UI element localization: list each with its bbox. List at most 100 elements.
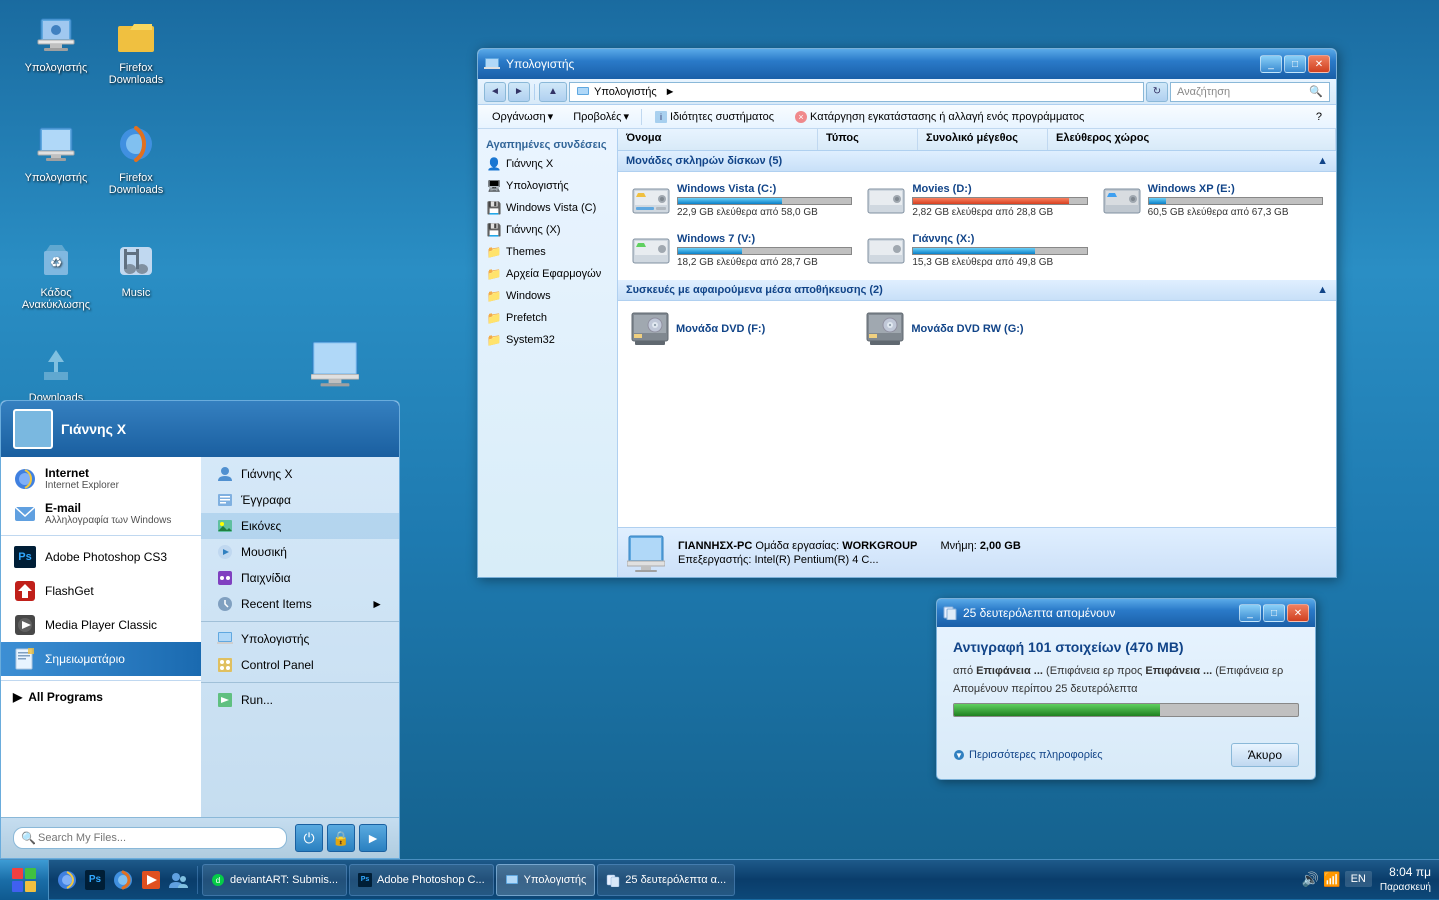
address-toolbar: ◄ ► ▲ Υπολογιστής ► ↻ Αναζήτηση 🔍 bbox=[478, 79, 1336, 105]
dialog-minimize[interactable]: _ bbox=[1239, 604, 1261, 622]
svg-text:×: × bbox=[798, 112, 803, 122]
quicklaunch-ff[interactable] bbox=[109, 866, 137, 894]
drive-e[interactable]: Windows XP (E:) 60,5 GB ελεύθερα από 67,… bbox=[1097, 178, 1328, 224]
right-giannix[interactable]: Γιάννης Χ bbox=[201, 461, 399, 487]
status-bar: ΓΙΑΝΝΗΣΧ-PC Ομάδα εργασίας: WORKGROUP Μν… bbox=[618, 527, 1336, 577]
start-email[interactable]: E-mail Αλληλογραφία των Windows bbox=[1, 496, 201, 531]
forward-button[interactable]: ► bbox=[508, 82, 530, 102]
menu-views[interactable]: Προβολές ▾ bbox=[565, 108, 637, 125]
drive-d[interactable]: Movies (D:) 2,82 GB ελεύθερα από 28,8 GB bbox=[861, 178, 1092, 224]
desktop-icon-downloads[interactable]: Downloads bbox=[16, 340, 96, 404]
col-free[interactable]: Ελεύθερος χώρος bbox=[1048, 129, 1336, 150]
language-indicator[interactable]: EN bbox=[1345, 871, 1372, 887]
copy-dialog: 25 δευτερόλεπτα απομένουν _ □ ✕ Αντιγραφ… bbox=[936, 598, 1316, 780]
window-title: Υπολογιστής bbox=[484, 56, 574, 72]
maximize-button[interactable]: □ bbox=[1284, 55, 1306, 73]
dialog-footer: ▼ Περισσότερες πληροφορίες Άκυρο bbox=[937, 737, 1315, 779]
sidebar-item-system32[interactable]: 📁 System32 bbox=[478, 329, 617, 351]
start-photoshop[interactable]: Ps Adobe Photoshop CS3 bbox=[1, 540, 201, 574]
dialog-maximize[interactable]: □ bbox=[1263, 604, 1285, 622]
quicklaunch-ie[interactable] bbox=[53, 866, 81, 894]
right-games[interactable]: Παιχνίδια bbox=[201, 565, 399, 591]
drive-c[interactable]: Windows Vista (C:) 22,9 GB ελεύθερα από … bbox=[626, 178, 857, 224]
all-programs[interactable]: ▶ All Programs bbox=[1, 685, 201, 709]
refresh-button[interactable]: ↻ bbox=[1146, 82, 1168, 102]
dvd-g[interactable]: Μονάδα DVD RW (G:) bbox=[861, 307, 1092, 351]
system-tray: 🔊 📶 EN bbox=[1302, 871, 1372, 888]
sidebar-item-giannix-x[interactable]: 💾 Γιάννης (Χ) bbox=[478, 219, 617, 241]
sidebar-item-apps[interactable]: 📁 Αρχεία Εφαρμογών bbox=[478, 263, 617, 285]
right-documents[interactable]: Έγγραφα bbox=[201, 487, 399, 513]
clock: 8:04 πμ Παρασκευή bbox=[1380, 864, 1431, 895]
menu-help[interactable]: ? bbox=[1308, 109, 1330, 125]
quicklaunch-media[interactable] bbox=[137, 866, 165, 894]
power-button[interactable]: ⏻ bbox=[295, 824, 323, 852]
start-menu-left: Internet Internet Explorer E-mail Αλληλο… bbox=[1, 457, 201, 817]
start-flashget[interactable]: FlashGet bbox=[1, 574, 201, 608]
sidebar-item-giannix[interactable]: 👤 Γιάννης Χ bbox=[478, 153, 617, 175]
window-controls: _ □ ✕ bbox=[1260, 55, 1330, 73]
drive-x[interactable]: Γιάννης (Χ:) 15,3 GB ελεύθερα από 49,8 G… bbox=[861, 228, 1092, 274]
start-media[interactable]: Media Player Classic bbox=[1, 608, 201, 642]
right-recent[interactable]: Recent Items ► bbox=[201, 591, 399, 617]
desktop-icon-recycle[interactable]: ♻ ΚάδοςΑνακύκλωσης bbox=[16, 235, 96, 311]
right-music[interactable]: Μουσική bbox=[201, 539, 399, 565]
desktop-icon-user[interactable]: Υπολογιστής bbox=[16, 10, 96, 74]
dvd-grid: Μονάδα DVD (F:) bbox=[618, 301, 1336, 357]
taskbar-copy[interactable]: 25 δευτερόλεπτα α... bbox=[597, 864, 735, 896]
removable-header[interactable]: Συσκευές με αφαιρούμενα μέσα αποθήκευσης… bbox=[618, 280, 1336, 301]
desktop-icon-network[interactable] bbox=[295, 340, 375, 392]
user-avatar bbox=[13, 409, 53, 449]
start-ie[interactable]: Internet Internet Explorer bbox=[1, 461, 201, 496]
lock-button[interactable]: 🔒 bbox=[327, 824, 355, 852]
drive-v[interactable]: Windows 7 (V:) 18,2 GB ελεύθερα από 28,7… bbox=[626, 228, 857, 274]
sidebar-item-windows[interactable]: 📁 Windows bbox=[478, 285, 617, 307]
start-menu-footer: 🔍 ⏻ 🔒 ► bbox=[1, 817, 399, 858]
start-button[interactable] bbox=[0, 860, 49, 900]
search-bar[interactable]: Αναζήτηση 🔍 bbox=[1170, 82, 1330, 102]
dvd-f[interactable]: Μονάδα DVD (F:) bbox=[626, 307, 857, 351]
right-computer[interactable]: Υπολογιστής bbox=[201, 626, 399, 652]
start-search-input[interactable] bbox=[13, 827, 287, 849]
hard-drives-header[interactable]: Μονάδες σκληρών δίσκων (5) ▲ bbox=[618, 151, 1336, 172]
svg-text:i: i bbox=[660, 112, 662, 122]
minimize-button[interactable]: _ bbox=[1260, 55, 1282, 73]
quicklaunch-ps[interactable]: Ps bbox=[81, 866, 109, 894]
taskbar-explorer[interactable]: Υπολογιστής bbox=[496, 864, 596, 896]
taskbar-deviantart[interactable]: d deviantART: Submis... bbox=[202, 864, 347, 896]
start-notepad[interactable]: Σημειωματάριο bbox=[1, 642, 201, 676]
menu-properties[interactable]: i Ιδιότητες συστήματος bbox=[646, 108, 782, 126]
start-menu-body: Internet Internet Explorer E-mail Αλληλο… bbox=[1, 457, 399, 817]
svg-text:♻: ♻ bbox=[50, 254, 63, 270]
taskbar-photoshop[interactable]: Ps Adobe Photoshop C... bbox=[349, 864, 494, 896]
desktop-icon-firefox[interactable]: FirefoxDownloads bbox=[96, 120, 176, 196]
sidebar-item-prefetch[interactable]: 📁 Prefetch bbox=[478, 307, 617, 329]
up-button[interactable]: ▲ bbox=[539, 82, 567, 102]
col-type[interactable]: Τύπος bbox=[818, 129, 918, 150]
taskbar-right: 🔊 📶 EN 8:04 πμ Παρασκευή bbox=[1294, 864, 1439, 895]
start-menu: Γιάννης Χ Internet Internet Explorer bbox=[0, 400, 400, 859]
back-button[interactable]: ◄ bbox=[484, 82, 506, 102]
progress-bar bbox=[953, 703, 1299, 717]
taskbar: Ps d deviantART: Submis... Ps Adobe Phot… bbox=[0, 859, 1439, 899]
quicklaunch-users[interactable] bbox=[165, 866, 193, 894]
sidebar-item-themes[interactable]: 📁 Themes bbox=[478, 241, 617, 263]
arrow-button[interactable]: ► bbox=[359, 824, 387, 852]
sidebar-item-computer[interactable]: 🖥 Υπολογιστής bbox=[478, 175, 617, 197]
right-images[interactable]: Εικόνες bbox=[201, 513, 399, 539]
menu-organize[interactable]: Οργάνωση ▾ bbox=[484, 108, 561, 125]
desktop-icon-programs[interactable]: Firefox Downloads bbox=[96, 10, 176, 86]
cancel-button[interactable]: Άκυρο bbox=[1231, 743, 1299, 767]
dialog-close[interactable]: ✕ bbox=[1287, 604, 1309, 622]
more-info-button[interactable]: ▼ Περισσότερες πληροφορίες bbox=[953, 749, 1103, 761]
menu-uninstall[interactable]: × Κατάργηση εγκατάστασης ή αλλαγή ενός π… bbox=[786, 108, 1092, 126]
right-control-panel[interactable]: Control Panel bbox=[201, 652, 399, 678]
close-button[interactable]: ✕ bbox=[1308, 55, 1330, 73]
right-run[interactable]: Run... bbox=[201, 687, 399, 713]
desktop-icon-music[interactable]: Music bbox=[96, 235, 176, 299]
col-total[interactable]: Συνολικό μέγεθος bbox=[918, 129, 1048, 150]
desktop-icon-computer[interactable]: Υπολογιστής bbox=[16, 120, 96, 184]
sidebar-item-windows-vista[interactable]: 💾 Windows Vista (C) bbox=[478, 197, 617, 219]
col-name[interactable]: Όνομα bbox=[618, 129, 818, 150]
address-bar[interactable]: Υπολογιστής ► bbox=[569, 82, 1144, 102]
